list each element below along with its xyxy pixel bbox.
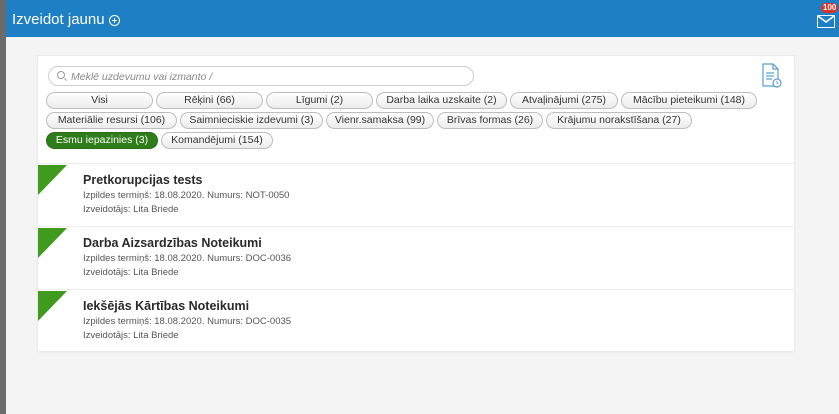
status-flag-icon xyxy=(38,165,67,195)
task-list: Pretkorupcijas tests Izpildes termiņš: 1… xyxy=(38,163,794,352)
tasks-panel: Visi Rēķini (66) Līgumi (2) Darba laika … xyxy=(37,55,795,352)
create-new-button[interactable]: Izveidot jaunu xyxy=(12,11,120,28)
filter-invoices[interactable]: Rēķini (66) xyxy=(156,92,263,109)
task-title: Pretkorupcijas tests xyxy=(83,173,203,187)
task-meta: Izpildes termiņš: 18.08.2020. Numurs: DO… xyxy=(83,316,292,327)
filter-chips: Visi Rēķini (66) Līgumi (2) Darba laika … xyxy=(46,92,786,152)
task-author: Izveidotājs: Lita Briede xyxy=(83,267,179,278)
filter-acknowledged[interactable]: Esmu iepazinies (3) xyxy=(46,132,158,149)
task-title: Iekšējās Kārtības Noteikumi xyxy=(83,299,250,313)
filter-row-2: Materiālie resursi (106) Saimnieciskie i… xyxy=(46,112,786,129)
filter-one-time-payment[interactable]: Vienr.samaksa (99) xyxy=(326,112,434,129)
filter-training[interactable]: Mācību pieteikumi (148) xyxy=(621,92,757,109)
document-clock-icon[interactable] xyxy=(760,63,782,89)
filter-timesheet[interactable]: Darba laika uzskaite (2) xyxy=(376,92,507,109)
filter-row-3: Esmu iepazinies (3) Komandējumi (154) xyxy=(46,132,786,149)
task-meta: Izpildes termiņš: 18.08.2020. Numurs: DO… xyxy=(83,253,292,264)
filter-all[interactable]: Visi xyxy=(46,92,153,109)
search-icon xyxy=(57,71,65,79)
mail-count-badge: 100 xyxy=(821,3,839,13)
status-flag-icon xyxy=(38,291,67,321)
task-item[interactable]: Pretkorupcijas tests Izpildes termiņš: 1… xyxy=(38,163,794,226)
task-meta: Izpildes termiņš: 18.08.2020. Numurs: NO… xyxy=(83,190,290,201)
filter-business-trips[interactable]: Komandējumi (154) xyxy=(161,132,273,149)
task-author: Izveidotājs: Lita Briede xyxy=(83,330,179,341)
envelope-icon xyxy=(817,15,835,28)
task-author: Izveidotājs: Lita Briede xyxy=(83,204,179,215)
filter-material-resources[interactable]: Materiālie resursi (106) xyxy=(46,112,177,129)
filter-household-expenses[interactable]: Saimnieciskie izdevumi (3) xyxy=(180,112,323,129)
filter-stock-writeoff[interactable]: Krājumu norakstīšana (27) xyxy=(546,112,692,129)
task-item[interactable]: Darba Aizsardzības Noteikumi Izpildes te… xyxy=(38,226,794,289)
plus-circle-icon xyxy=(108,15,120,26)
create-new-label: Izveidot jaunu xyxy=(12,11,105,28)
mail-button[interactable]: 100 xyxy=(815,3,839,33)
task-item[interactable]: Iekšējās Kārtības Noteikumi Izpildes ter… xyxy=(38,289,794,352)
status-flag-icon xyxy=(38,228,67,258)
filter-vacations[interactable]: Atvaļinājumi (275) xyxy=(510,92,618,109)
filter-row-1: Visi Rēķini (66) Līgumi (2) Darba laika … xyxy=(46,92,786,109)
task-title: Darba Aizsardzības Noteikumi xyxy=(83,236,262,250)
filter-contracts[interactable]: Līgumi (2) xyxy=(266,92,373,109)
filter-free-forms[interactable]: Brīvas formas (26) xyxy=(437,112,543,129)
window-edge xyxy=(0,0,6,414)
top-bar: Izveidot jaunu 100 xyxy=(6,0,839,37)
search-input[interactable] xyxy=(71,69,466,84)
search-box xyxy=(48,66,474,86)
